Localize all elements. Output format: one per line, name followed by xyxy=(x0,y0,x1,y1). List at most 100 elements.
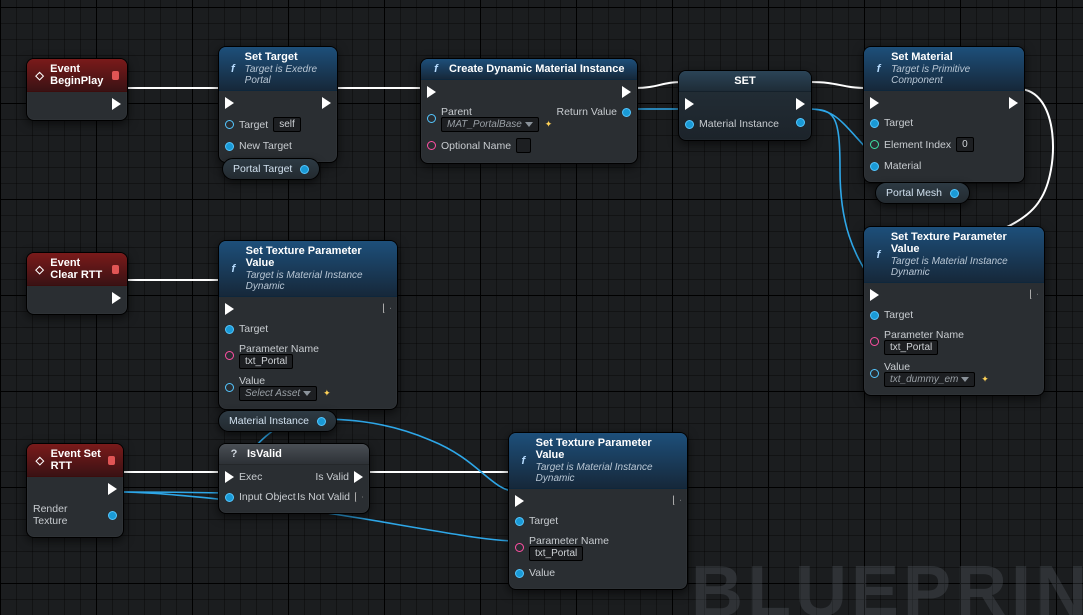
target-pin[interactable]: Target xyxy=(870,308,913,322)
exec-in-pin[interactable] xyxy=(515,494,524,508)
pin-label: Value xyxy=(529,567,555,579)
node-title: IsValid xyxy=(247,448,282,460)
pin-label: Target xyxy=(529,515,558,527)
exec-out-pin[interactable] xyxy=(796,97,805,111)
node-event-set-rtt[interactable]: ◇ Event Set RTT Render Texture xyxy=(26,443,124,538)
value-default[interactable]: txt_dummy_em xyxy=(884,372,975,387)
capsule-out-pin[interactable] xyxy=(950,189,959,198)
exec-in-pin[interactable] xyxy=(225,96,234,110)
pin-label: Optional Name xyxy=(441,140,511,152)
return-value-pin[interactable]: Return Value xyxy=(556,105,631,119)
pin-label: Render Texture xyxy=(33,503,103,527)
exec-in-pin[interactable] xyxy=(870,288,879,302)
function-icon: f xyxy=(872,63,885,75)
node-stpv-2[interactable]: f Set Texture Parameter Value Target is … xyxy=(863,226,1045,396)
node-title: Event Set RTT xyxy=(51,448,103,472)
node-set-target[interactable]: f Set Target Target is Exedre Portal Tar… xyxy=(218,46,338,163)
isnotvalid-out-pin[interactable]: Is Not Valid xyxy=(297,490,363,504)
browse-icon[interactable] xyxy=(320,387,331,399)
exec-out-pin[interactable] xyxy=(112,97,121,111)
param-name-pin[interactable]: Parameter Name txt_Portal xyxy=(515,534,609,560)
node-subtitle: Target is Material Instance Dynamic xyxy=(891,256,1036,278)
capsule-out-pin[interactable] xyxy=(300,165,309,174)
delegate-pin[interactable] xyxy=(112,71,119,80)
browse-icon[interactable] xyxy=(978,373,989,385)
capsule-out-pin[interactable] xyxy=(317,417,326,426)
node-subtitle: Target is Material Instance Dynamic xyxy=(536,462,679,484)
delegate-pin[interactable] xyxy=(108,456,115,465)
node-event-clear-rtt[interactable]: ◇ Event Clear RTT xyxy=(26,252,128,315)
function-icon: f xyxy=(872,249,885,261)
node-create-dmi[interactable]: f Create Dynamic Material Instance Paren… xyxy=(420,58,638,164)
new-target-pin[interactable]: New Target xyxy=(225,139,292,153)
var-material-instance[interactable]: Material Instance xyxy=(218,410,337,432)
function-icon: f xyxy=(227,63,239,75)
exec-out-pin[interactable] xyxy=(112,291,121,305)
render-texture-pin[interactable]: Render Texture xyxy=(33,502,117,528)
exec-out-pin[interactable] xyxy=(1030,288,1038,300)
node-title: Create Dynamic Material Instance xyxy=(449,63,624,75)
exec-out-pin[interactable] xyxy=(108,482,117,496)
var-portal-mesh[interactable]: Portal Mesh xyxy=(875,182,970,204)
value-in-pin[interactable]: Material Instance xyxy=(685,117,779,131)
node-set-material[interactable]: f Set Material Target is Primitive Compo… xyxy=(863,46,1025,183)
element-index-input[interactable]: 0 xyxy=(956,137,974,152)
param-name-input[interactable]: txt_Portal xyxy=(529,546,583,561)
exec-in-pin[interactable] xyxy=(870,96,879,110)
target-pin[interactable]: Target xyxy=(225,322,268,336)
node-subtitle: Target is Primitive Component xyxy=(891,64,1016,86)
target-pin[interactable]: Target xyxy=(515,514,558,528)
pin-label: Material xyxy=(884,160,921,172)
node-event-beginplay[interactable]: ◇ Event BeginPlay xyxy=(26,58,128,121)
exec-in-pin[interactable] xyxy=(225,302,234,316)
capsule-label: Portal Target xyxy=(233,163,292,175)
exec-in-pin[interactable] xyxy=(427,85,436,99)
param-name-pin[interactable]: Parameter Name txt_Portal xyxy=(870,328,964,354)
node-stpv-1[interactable]: f Set Texture Parameter Value Target is … xyxy=(218,240,398,410)
blueprint-canvas[interactable]: { "watermark": "BLUEPRIN", "events": { "… xyxy=(0,0,1083,615)
browse-icon[interactable] xyxy=(542,118,553,130)
exec-out-pin[interactable] xyxy=(673,494,681,506)
input-object-pin[interactable]: Input Object xyxy=(225,490,296,504)
function-icon: f xyxy=(227,263,240,275)
node-isvalid[interactable]: ? IsValid Exec Is Valid Input Object Is … xyxy=(218,443,370,514)
pin-label: Return Value xyxy=(556,106,617,118)
parent-pin[interactable]: Parent MAT_PortalBase xyxy=(427,105,552,131)
value-default[interactable]: Select Asset xyxy=(239,386,317,401)
exec-in-pin[interactable] xyxy=(685,97,694,111)
optional-name-pin[interactable]: Optional Name xyxy=(427,137,552,154)
value-pin[interactable]: Value xyxy=(515,566,555,580)
exec-out-pin[interactable] xyxy=(383,302,391,314)
value-pin[interactable]: Value Select Asset xyxy=(225,374,331,400)
event-icon: ◇ xyxy=(35,454,45,467)
value-pin[interactable]: Value txt_dummy_em xyxy=(870,360,989,386)
function-icon: f xyxy=(429,63,443,75)
value-out-pin[interactable] xyxy=(796,117,805,128)
element-index-pin[interactable]: Element Index 0 xyxy=(870,136,974,153)
param-name-pin[interactable]: Parameter Name txt_Portal xyxy=(225,342,319,368)
exec-out-pin[interactable] xyxy=(622,85,631,99)
node-subtitle: Target is Exedre Portal xyxy=(245,64,329,86)
event-icon: ◇ xyxy=(35,263,44,276)
exec-in-pin[interactable]: Exec xyxy=(225,470,262,484)
exec-out-pin[interactable] xyxy=(322,96,331,110)
exec-out-pin[interactable] xyxy=(1009,96,1018,110)
pin-label: Target xyxy=(884,117,913,129)
delegate-pin[interactable] xyxy=(112,265,119,274)
target-pin[interactable]: Target self xyxy=(225,116,301,133)
param-name-input[interactable]: txt_Portal xyxy=(884,340,938,355)
optional-name-input[interactable] xyxy=(516,138,531,153)
node-title: Set Texture Parameter Value xyxy=(536,437,679,461)
parent-default[interactable]: MAT_PortalBase xyxy=(441,117,539,132)
node-stpv-3[interactable]: f Set Texture Parameter Value Target is … xyxy=(508,432,688,590)
node-set-variable[interactable]: SET Material Instance xyxy=(678,70,812,141)
param-name-input[interactable]: txt_Portal xyxy=(239,354,293,369)
target-pin[interactable]: Target xyxy=(870,116,913,130)
node-title: Set Material xyxy=(891,51,1016,63)
isvalid-out-pin[interactable]: Is Valid xyxy=(315,470,363,484)
target-default[interactable]: self xyxy=(273,117,301,132)
node-title: Set Target xyxy=(245,51,329,63)
pin-label: Exec xyxy=(239,471,262,483)
var-portal-target[interactable]: Portal Target xyxy=(222,158,320,180)
material-pin[interactable]: Material xyxy=(870,159,921,173)
